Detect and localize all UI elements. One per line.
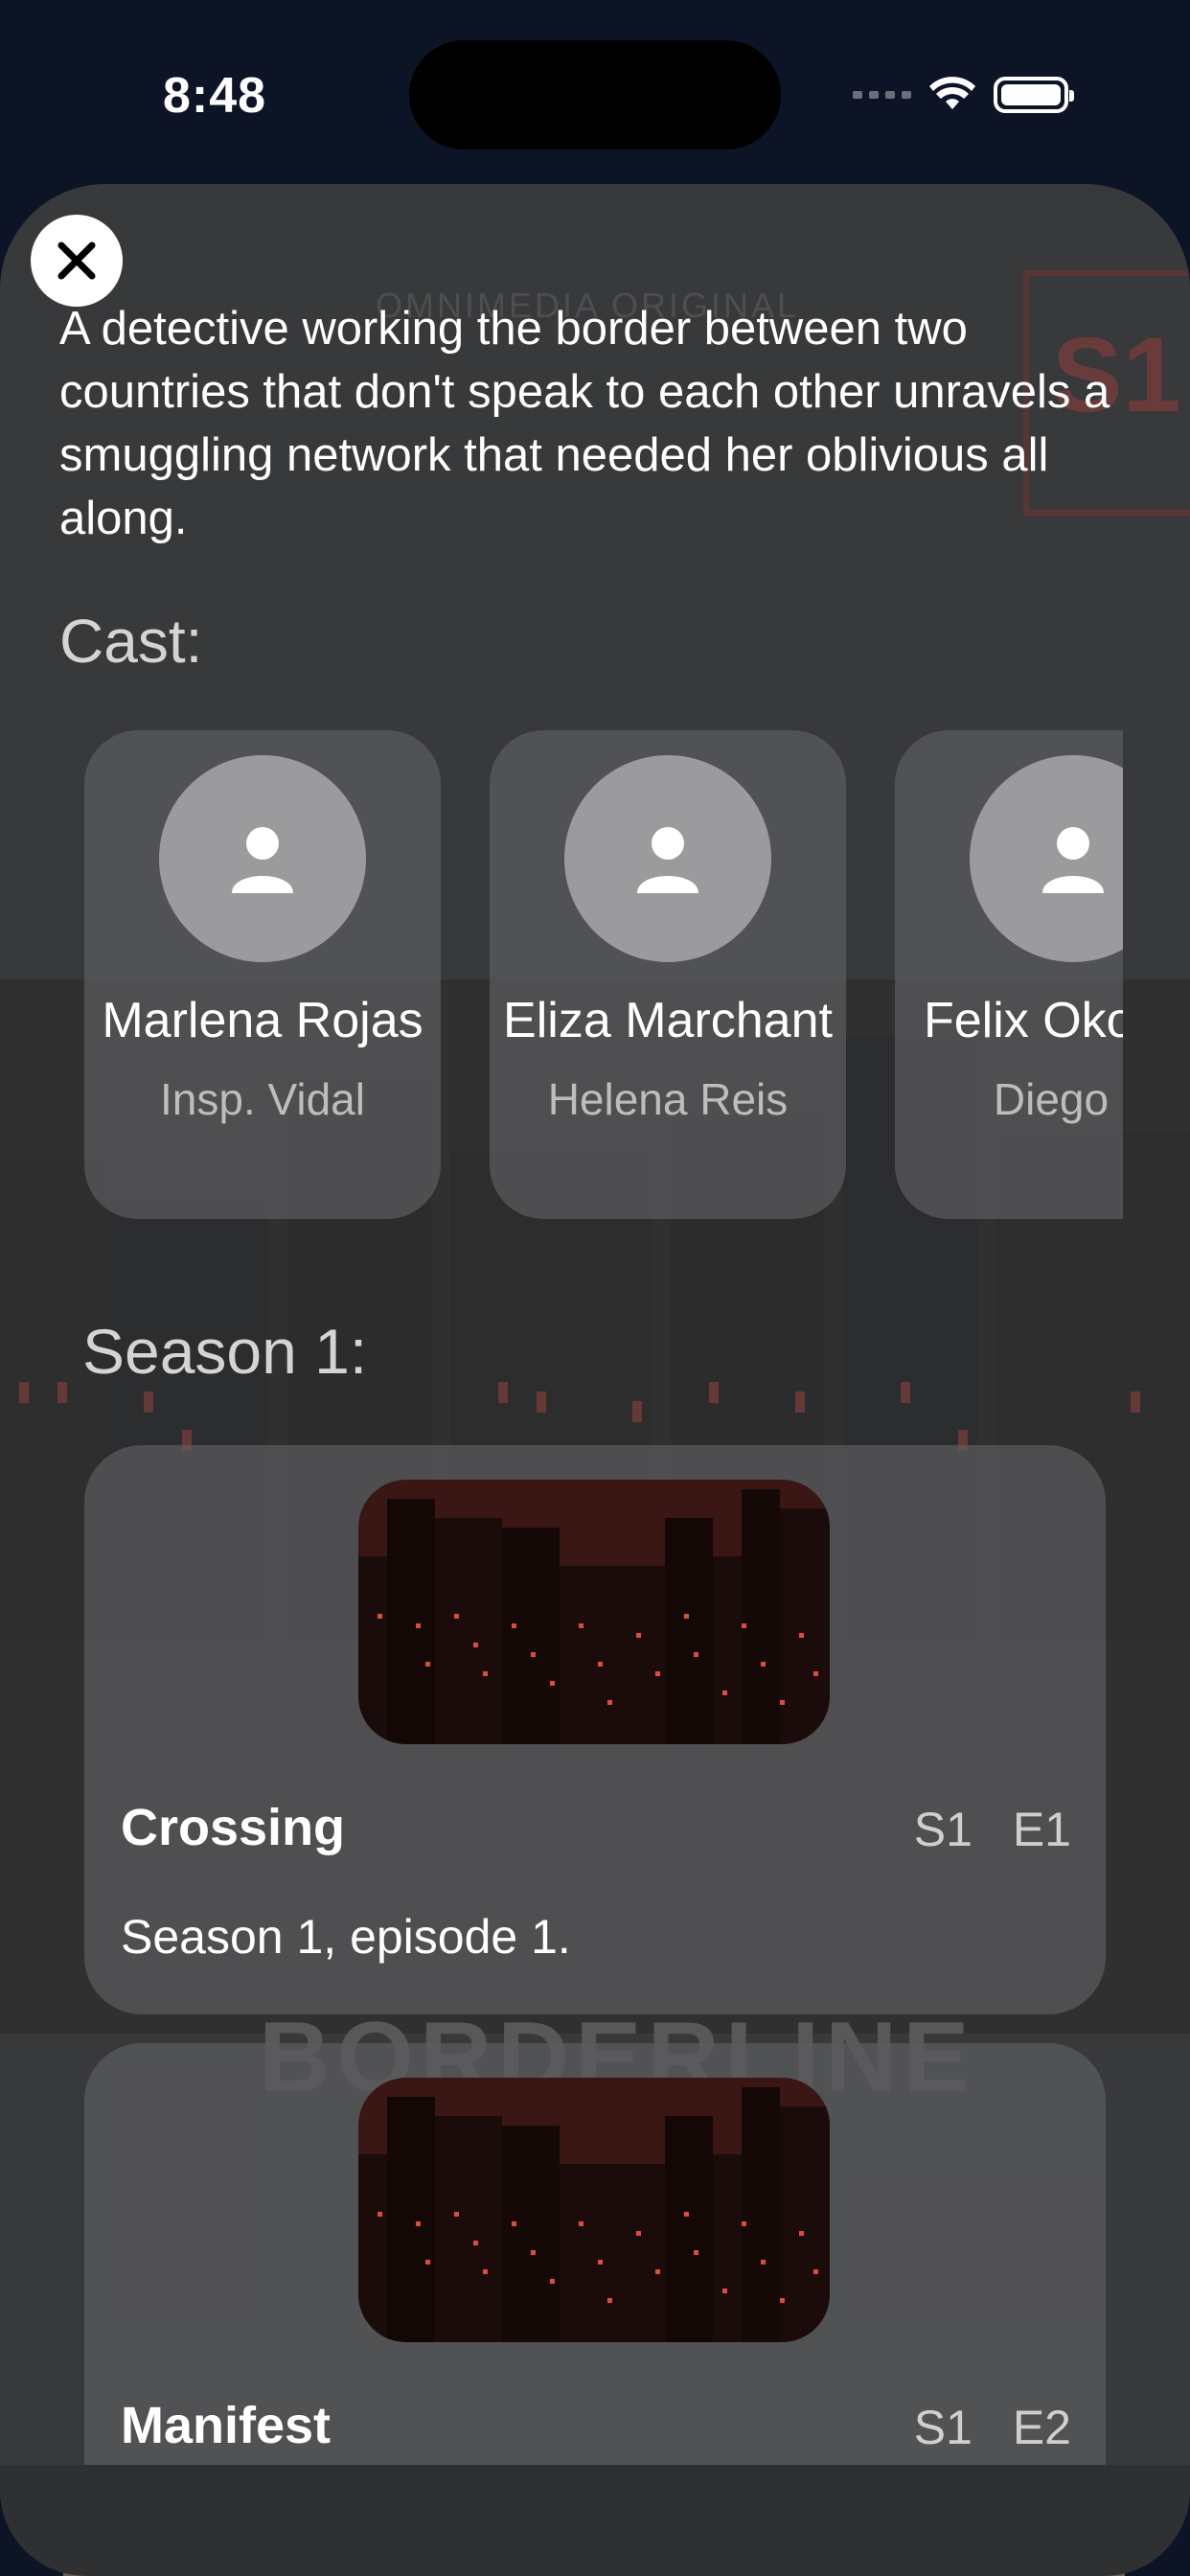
avatar — [970, 755, 1123, 962]
status-time: 8:48 — [163, 68, 267, 124]
episode-thumbnail — [358, 2078, 830, 2342]
episode-title: Manifest — [121, 2397, 332, 2454]
cast-name: Marlena Rojas — [102, 993, 423, 1048]
synopsis-text: A detective working the border between t… — [59, 303, 1110, 544]
episode-thumbnail — [358, 1480, 830, 1744]
avatar — [159, 755, 366, 962]
season-heading: Season 1: — [82, 1316, 368, 1387]
details-sheet: OMNIMEDIA ORIGINAL S1 BORDERLINE — [0, 184, 1190, 2576]
cast-name: Felix Okonkw — [923, 993, 1123, 1048]
episode-description: Season 1, episode 1. — [121, 1910, 571, 1964]
battery-icon — [994, 77, 1074, 113]
person-icon — [1042, 827, 1104, 893]
status-icons — [853, 71, 1074, 119]
close-button[interactable] — [31, 215, 123, 307]
cellular-signal-icon — [853, 91, 911, 99]
sheet-bottom-bar — [0, 2465, 1190, 2576]
cast-card[interactable]: Marlena Rojas Insp. Vidal — [84, 730, 441, 1219]
wifi-icon — [929, 77, 975, 109]
cast-card[interactable]: Eliza Marchant Helena Reis — [490, 730, 846, 1219]
cast-name: Eliza Marchant — [503, 993, 833, 1048]
cast-heading: Cast: — [59, 607, 203, 676]
avatar — [564, 755, 771, 962]
close-icon — [57, 242, 96, 280]
cast-role: Insp. Vidal — [160, 1074, 365, 1124]
cast-role: Helena Reis — [547, 1074, 789, 1124]
cast-card[interactable]: Felix Okonkw Diego R — [895, 730, 1123, 1219]
cast-carousel[interactable]: Marlena Rojas Insp. Vidal Eliza Marchant… — [0, 730, 1123, 1219]
episode-code: S1 E2 — [913, 2401, 1071, 2454]
episode-card[interactable]: Crossing S1 E1 Season 1, episode 1. — [84, 1445, 1106, 2014]
episode-code: S1 E1 — [913, 1803, 1071, 1856]
person-icon — [232, 827, 293, 893]
person-icon — [637, 827, 698, 893]
episode-title: Crossing — [121, 1799, 346, 1856]
cast-role: Diego R — [993, 1074, 1123, 1124]
dynamic-island — [409, 40, 781, 150]
